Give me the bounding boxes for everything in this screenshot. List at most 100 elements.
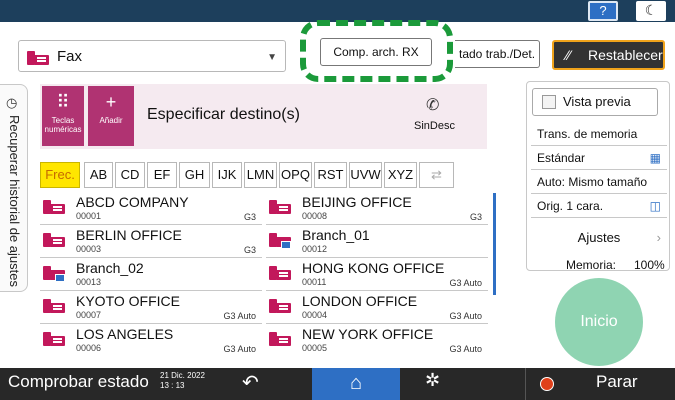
preview-toggle[interactable]: Vista previa <box>532 88 658 116</box>
function-select-value: Fax <box>57 48 83 65</box>
setting-memory-transmission[interactable]: Trans. de memoria <box>531 122 667 146</box>
entry-number: 00001 <box>76 211 102 221</box>
address-list: ABCD COMPANY 00001 G3 BEIJING OFFICE 000… <box>40 193 490 356</box>
entry-number: 00013 <box>76 277 102 287</box>
list-item[interactable]: NEW YORK OFFICE 00005 G3 Auto <box>266 325 488 356</box>
tab-gh[interactable]: GH <box>179 162 210 188</box>
list-item[interactable]: ABCD COMPANY 00001 G3 <box>40 193 262 225</box>
help-button[interactable]: ? <box>588 1 618 21</box>
gear-icon[interactable]: ✲ <box>425 370 440 391</box>
start-button[interactable]: Inicio <box>555 278 643 366</box>
entry-name: HONG KONG OFFICE <box>302 260 445 276</box>
entry-name: Branch_02 <box>76 260 144 276</box>
memory-label: Memoria: <box>566 258 617 272</box>
plus-icon: + <box>105 92 117 112</box>
tab-opq[interactable]: OPQ <box>279 162 312 188</box>
phone-icon[interactable]: ✆ <box>426 95 439 115</box>
list-item[interactable]: LONDON OFFICE 00004 G3 Auto <box>266 292 488 324</box>
setting-label: Orig. 1 cara. <box>537 199 604 213</box>
group-fax-icon <box>269 232 291 249</box>
fax-icon <box>43 232 65 248</box>
clock-icon: ◷ <box>6 95 18 110</box>
setting-resolution[interactable]: Estándar ▦ <box>531 146 667 170</box>
keypad-label: Teclas numéricas <box>44 116 82 134</box>
preview-checkbox[interactable] <box>542 95 556 109</box>
stop-button[interactable]: Parar <box>596 372 638 392</box>
list-item[interactable]: KYOTO OFFICE 00007 G3 Auto <box>40 292 262 324</box>
preview-label: Vista previa <box>563 94 631 109</box>
list-scrollbar[interactable] <box>493 193 496 295</box>
entry-mode: G3 <box>243 212 256 222</box>
list-item[interactable]: BEIJING OFFICE 00008 G3 <box>266 193 488 225</box>
setting-original-sides[interactable]: Orig. 1 cara. ◫ <box>531 194 667 218</box>
list-item[interactable]: Branch_02 00013 <box>40 259 262 291</box>
stop-icon[interactable] <box>540 377 554 391</box>
entry-name: ABCD COMPANY <box>76 194 189 210</box>
reset-label: Restablecer <box>588 47 663 63</box>
entry-number: 00012 <box>302 244 328 254</box>
tab-lmn[interactable]: LMN <box>244 162 277 188</box>
tab-frec[interactable]: Frec. <box>40 162 80 188</box>
entry-mode: G3 <box>243 245 256 255</box>
entry-mode: G3 Auto <box>449 278 482 288</box>
tab-uvw[interactable]: UVW <box>349 162 382 188</box>
entry-mode: G3 <box>469 212 482 222</box>
entry-mode: G3 Auto <box>223 344 256 354</box>
fax-icon <box>269 199 291 215</box>
chevron-right-icon: › <box>656 230 661 245</box>
bottom-divider <box>525 368 526 400</box>
tab-ijk[interactable]: IJK <box>212 162 242 188</box>
setting-label: Auto: Mismo tamaño <box>537 175 648 189</box>
settings-button[interactable]: Ajustes › <box>531 225 667 251</box>
keypad-button[interactable]: ⠿ Teclas numéricas <box>42 86 84 146</box>
date-text: 21 Dic. 2022 <box>160 371 205 380</box>
destination-title[interactable]: Especificar destino(s) <box>147 106 300 124</box>
time-text: 13 : 13 <box>160 381 185 390</box>
reset-button[interactable]: ⁄⁄ Restablecer <box>552 40 665 70</box>
fax-icon <box>43 199 65 215</box>
moon-icon: ☾ <box>644 2 658 18</box>
entry-number: 00004 <box>302 310 328 320</box>
fax-icon <box>27 50 49 66</box>
job-status-button[interactable]: tado trab./Det. <box>455 40 540 68</box>
entry-name: BERLIN OFFICE <box>76 227 182 243</box>
tab-ef[interactable]: EF <box>147 162 177 188</box>
fax-icon <box>43 298 65 314</box>
tab-xyz[interactable]: XYZ <box>384 162 417 188</box>
tab-rst[interactable]: RST <box>314 162 347 188</box>
tab-ab[interactable]: AB <box>84 162 113 188</box>
entry-name: LOS ANGELES <box>76 326 174 342</box>
memory-value: 100% <box>634 258 665 272</box>
entry-name: NEW YORK OFFICE <box>302 326 434 342</box>
list-item[interactable]: Branch_01 00012 <box>266 226 488 258</box>
fax-icon <box>269 265 291 281</box>
sindesc-label[interactable]: SinDesc <box>414 120 455 132</box>
fax-icon <box>43 331 65 347</box>
entry-name: KYOTO OFFICE <box>76 293 180 309</box>
setting-scan-size[interactable]: Auto: Mismo tamaño <box>531 170 667 194</box>
entry-number: 00007 <box>76 310 102 320</box>
keypad-icon: ⠿ <box>56 92 70 112</box>
check-status-button[interactable]: Comprobar estado <box>8 372 149 392</box>
entry-name: BEIJING OFFICE <box>302 194 412 210</box>
tab-switch[interactable]: ⇄ <box>419 162 454 188</box>
setting-label: Estándar <box>537 151 586 165</box>
list-item[interactable]: LOS ANGELES 00006 G3 Auto <box>40 325 262 356</box>
function-select[interactable]: Fax ▼ <box>18 40 286 72</box>
list-item[interactable]: HONG KONG OFFICE 00011 G3 Auto <box>266 259 488 291</box>
add-destination-button[interactable]: + Añadir <box>88 86 134 146</box>
recall-history-tab[interactable]: ◷ Recuperar historial de ajustes <box>0 84 28 292</box>
entry-mode: G3 Auto <box>449 344 482 354</box>
entry-mode: G3 Auto <box>449 311 482 321</box>
tab-cd[interactable]: CD <box>115 162 145 188</box>
entry-number: 00011 <box>302 277 327 287</box>
energy-saver-button[interactable]: ☾ <box>636 1 666 21</box>
group-fax-icon <box>43 265 65 282</box>
entry-number: 00006 <box>76 343 102 353</box>
top-status-bar <box>0 0 675 22</box>
datetime-display: 21 Dic. 2022 13 : 13 <box>160 371 205 391</box>
back-icon[interactable]: ↶ <box>242 370 259 395</box>
home-button[interactable]: ⌂ <box>312 368 400 400</box>
entry-number: 00005 <box>302 343 328 353</box>
list-item[interactable]: BERLIN OFFICE 00003 G3 <box>40 226 262 258</box>
